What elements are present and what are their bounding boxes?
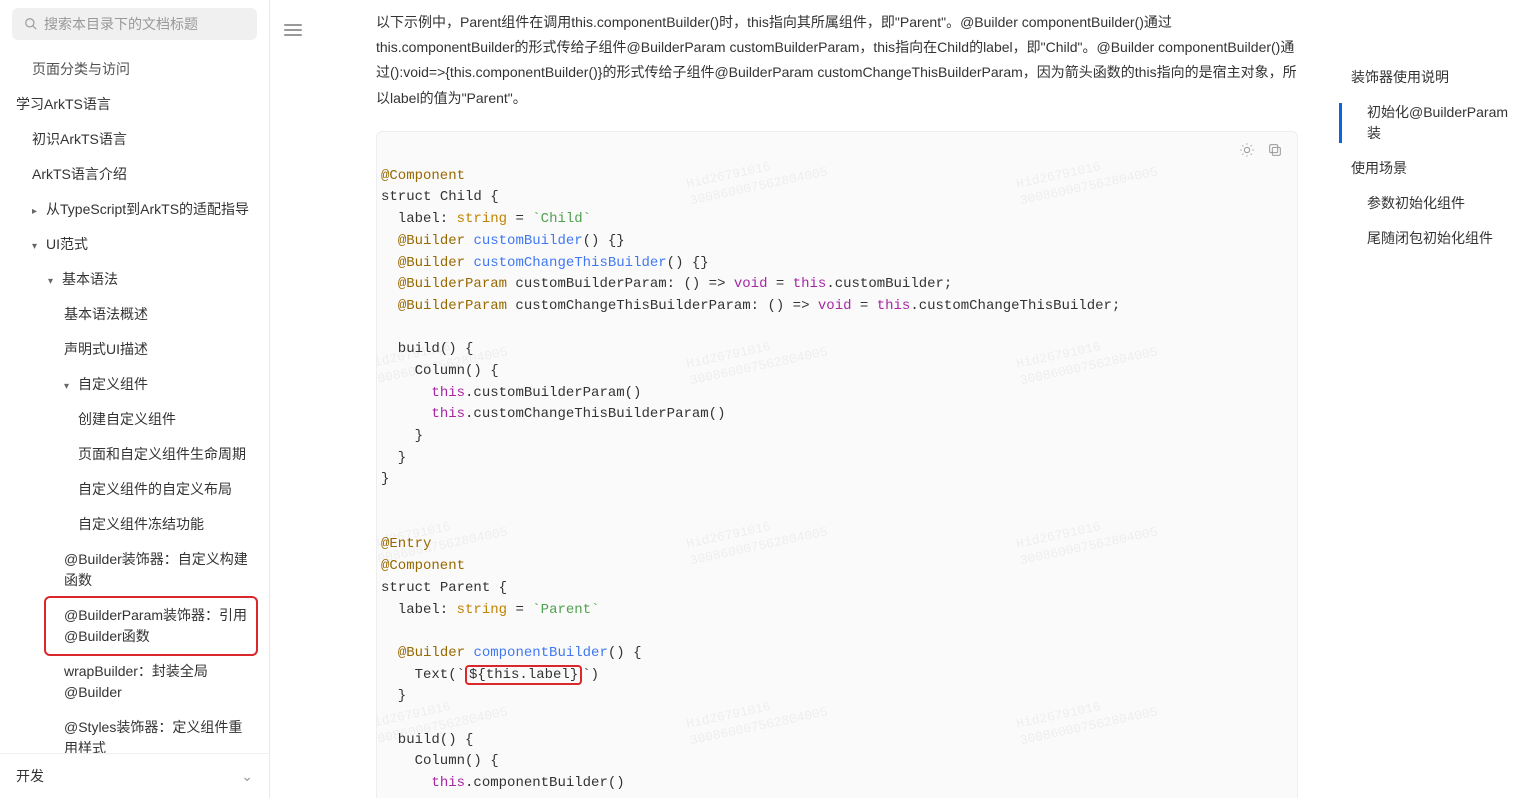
toc-item[interactable]: 初始化@BuilderParam装 [1351, 95, 1518, 151]
search-icon [24, 17, 38, 31]
nav-item-label: UI范式 [46, 236, 88, 252]
nav-item[interactable]: 基本语法概述 [0, 297, 269, 332]
code-line: this.customBuilderParam() [377, 383, 1297, 405]
nav-item-label: 自定义组件的自定义布局 [78, 481, 232, 497]
nav-item[interactable]: 自定义组件冻结功能 [0, 507, 269, 542]
nav-item[interactable]: 页面和自定义组件生命周期 [0, 437, 269, 472]
code-line [377, 708, 1297, 730]
right-toc: 装饰器使用说明初始化@BuilderParam装使用场景参数初始化组件尾随闭包初… [1338, 0, 1538, 798]
code-content: Hid26791016300860007562804005 Hid2679101… [377, 158, 1297, 798]
nav-item[interactable]: @Builder装饰器：自定义构建函数 [0, 542, 269, 598]
code-line: this.componentBuilder() [377, 773, 1297, 795]
code-line [377, 513, 1297, 535]
chevron-icon: ▾ [32, 239, 42, 254]
hamburger-icon [284, 24, 302, 38]
nav-item-label: 自定义组件 [78, 376, 148, 392]
nav-item-label: @Styles装饰器：定义组件重用样式 [64, 719, 242, 756]
nav-item[interactable]: 创建自定义组件 [0, 402, 269, 437]
code-line [377, 318, 1297, 340]
code-line: label: string = `Child` [377, 209, 1297, 231]
code-line: Column() { [377, 751, 1297, 773]
nav-item[interactable]: wrapBuilder：封装全局@Builder [0, 654, 269, 710]
code-line: this.customChangeThisBuilderParam() [377, 404, 1297, 426]
toc-item[interactable]: 尾随闭包初始化组件 [1351, 221, 1518, 256]
nav-item-label: 基本语法概述 [64, 306, 148, 322]
code-line: } [377, 469, 1297, 491]
code-line: Column() { [377, 361, 1297, 383]
nav-item-label: 从TypeScript到ArkTS的适配指导 [46, 201, 249, 217]
code-line: label: string = `Parent` [377, 600, 1297, 622]
toc-item[interactable]: 参数初始化组件 [1351, 186, 1518, 221]
chevron-icon: ▾ [48, 274, 58, 289]
code-line: @BuilderParam customChangeThisBuilderPar… [377, 296, 1297, 318]
theme-toggle-icon[interactable] [1239, 142, 1255, 158]
code-line: } [377, 448, 1297, 470]
chevron-icon: ▸ [32, 204, 42, 219]
intro-paragraph: 以下示例中，Parent组件在调用this.componentBuilder()… [376, 10, 1298, 111]
nav-item-label: 自定义组件冻结功能 [78, 516, 204, 532]
sidebar-bottom-bar[interactable]: 开发 ⌄ [0, 753, 269, 798]
nav-item[interactable]: @BuilderParam装饰器：引用@Builder函数 [0, 598, 269, 654]
nav-tree: 页面分类与访问学习ArkTS语言初识ArkTS语言 ArkTS语言介绍 ▸ 从Type… [0, 48, 269, 798]
nav-item-label: @BuilderParam装饰器：引用@Builder函数 [64, 607, 247, 644]
nav-item[interactable]: ▾ 自定义组件 [0, 367, 269, 402]
code-line: @BuilderParam customBuilderParam: () => … [377, 274, 1297, 296]
chevron-down-icon: ⌄ [241, 768, 253, 785]
nav-item-label: ArkTS语言介绍 [32, 166, 127, 182]
code-line: @Entry [377, 534, 1297, 556]
bottom-bar-label: 开发 [16, 766, 44, 786]
code-line: @Builder customBuilder() {} [377, 231, 1297, 253]
nav-item-label: 基本语法 [62, 271, 118, 287]
code-line: } [377, 426, 1297, 448]
nav-item[interactable]: 自定义组件的自定义布局 [0, 472, 269, 507]
code-line [377, 621, 1297, 643]
nav-item[interactable]: ArkTS语言介绍 [0, 157, 269, 192]
nav-item-label: @Builder装饰器：自定义构建函数 [64, 551, 248, 588]
code-line: build() { [377, 730, 1297, 752]
search-input[interactable] [12, 8, 257, 40]
toc-item[interactable]: 装饰器使用说明 [1351, 60, 1518, 95]
nav-item[interactable]: 页面分类与访问 [0, 52, 269, 87]
nav-item[interactable]: ▾ 基本语法 [0, 262, 269, 297]
code-line: } [377, 686, 1297, 708]
nav-item-label: 页面分类与访问 [32, 61, 130, 77]
code-line: @Component [377, 556, 1297, 578]
toc-item[interactable]: 使用场景 [1351, 151, 1518, 186]
code-line [377, 491, 1297, 513]
nav-item[interactable]: 声明式UI描述 [0, 332, 269, 367]
nav-item-label: wrapBuilder：封装全局@Builder [64, 663, 208, 700]
code-line: @Builder componentBuilder() { [377, 643, 1297, 665]
chevron-icon: ▾ [64, 379, 74, 394]
nav-item-label: 学习ArkTS语言 [16, 96, 111, 112]
copy-icon[interactable] [1267, 142, 1283, 158]
nav-item-label: 创建自定义组件 [78, 411, 176, 427]
nav-item-label: 页面和自定义组件生命周期 [78, 446, 246, 462]
nav-item[interactable]: 初识ArkTS语言 [0, 122, 269, 157]
code-line: Text(`${this.label}`) [377, 665, 1297, 687]
nav-item-label: 初识ArkTS语言 [32, 131, 127, 147]
code-line: @Component [377, 166, 1297, 188]
left-sidebar: 页面分类与访问学习ArkTS语言初识ArkTS语言 ArkTS语言介绍 ▸ 从Type… [0, 0, 270, 798]
sidebar-collapse-button[interactable] [270, 0, 316, 798]
code-line: struct Parent { [377, 578, 1297, 600]
code-block: Hid26791016300860007562804005 Hid2679101… [376, 131, 1298, 798]
main-content: 以下示例中，Parent组件在调用this.componentBuilder()… [316, 0, 1338, 798]
code-line: build() { [377, 339, 1297, 361]
nav-item-label: 声明式UI描述 [64, 341, 148, 357]
code-line: @Builder customChangeThisBuilder() {} [377, 253, 1297, 275]
nav-item[interactable]: 学习ArkTS语言 [0, 87, 269, 122]
nav-item[interactable]: ▸ 从TypeScript到ArkTS的适配指导 [0, 192, 269, 227]
code-line: struct Child { [377, 187, 1297, 209]
nav-item[interactable]: ▾ UI范式 [0, 227, 269, 262]
